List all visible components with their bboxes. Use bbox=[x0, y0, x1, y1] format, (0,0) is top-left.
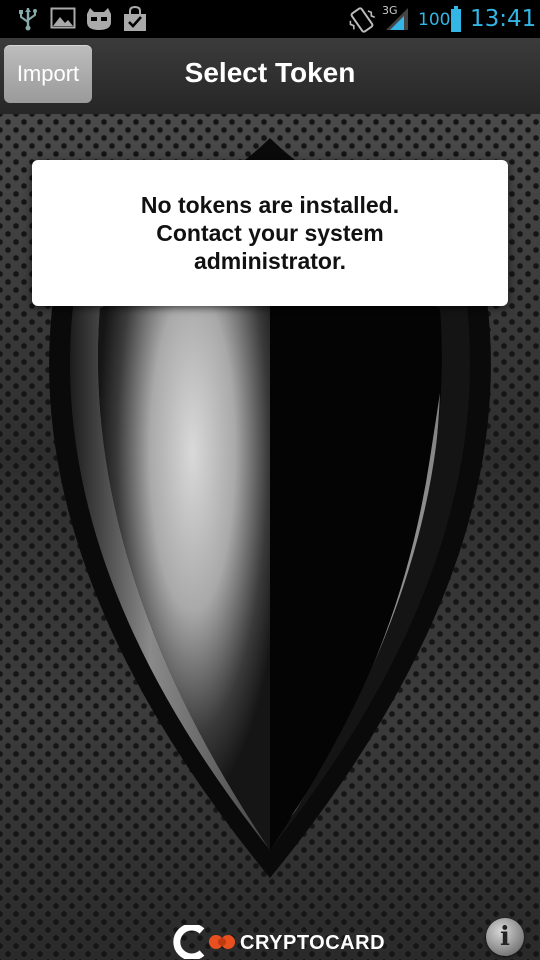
brand-name: CRYPTOCARD bbox=[240, 932, 386, 954]
page-title: Select Token bbox=[184, 57, 356, 88]
cyanogen-icon bbox=[87, 8, 111, 30]
no-tokens-dialog: No tokens are installed. Contact your sy… bbox=[32, 160, 508, 306]
dialog-message: No tokens are installed. Contact your sy… bbox=[140, 192, 400, 274]
shopping-bag-check-icon bbox=[124, 6, 146, 31]
info-button[interactable]: i bbox=[486, 918, 524, 956]
battery-icon bbox=[451, 6, 461, 32]
cryptocard-logo: CRYPTOCARD bbox=[172, 925, 385, 959]
usb-icon bbox=[19, 8, 37, 31]
signal-icon bbox=[386, 8, 408, 30]
image-icon bbox=[50, 7, 76, 29]
action-bar: Import Select Token bbox=[0, 38, 540, 115]
battery-level: 100 bbox=[418, 10, 451, 30]
vibrate-icon bbox=[349, 7, 375, 33]
clock: 13:41 bbox=[470, 6, 537, 32]
cryptocard-logo-icon bbox=[173, 925, 235, 959]
info-icon: i bbox=[500, 922, 510, 952]
status-bar: 3G 100 13:41 bbox=[0, 0, 540, 38]
